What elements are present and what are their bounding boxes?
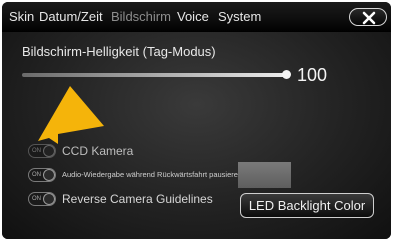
- pointer-arrow-icon: [38, 86, 104, 144]
- device-screen: Skin Datum/Zeit Bildschirm Voice System …: [2, 2, 391, 239]
